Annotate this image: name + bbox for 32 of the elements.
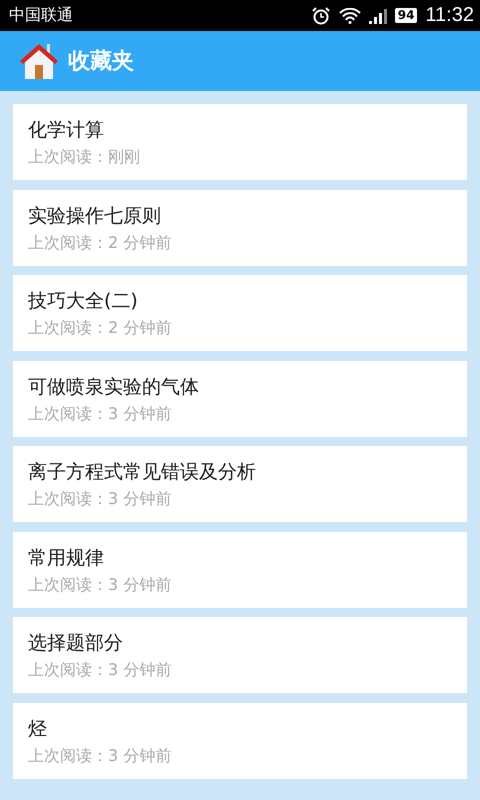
favorite-item[interactable]: 实验操作七原则 上次阅读：2 分钟前: [13, 190, 467, 266]
last-read-time: 上次阅读：3 分钟前: [28, 489, 172, 510]
item-title: 技巧大全(二): [28, 289, 139, 314]
favorite-item[interactable]: 化学计算 上次阅读：刚刚: [13, 104, 467, 180]
favorite-item[interactable]: 技巧大全(二) 上次阅读：2 分钟前: [13, 275, 467, 351]
item-title: 选择题部分: [28, 631, 124, 656]
last-read-time: 上次阅读：3 分钟前: [28, 404, 172, 424]
wifi-icon: [338, 8, 361, 24]
item-title: 可做喷泉实验的气体: [28, 374, 200, 400]
favorite-item[interactable]: 烃 上次阅读：3 分钟前: [13, 702, 467, 778]
last-read-time: 上次阅读：2 分钟前: [28, 232, 172, 254]
item-title: 实验操作七原则: [28, 204, 162, 228]
page-title: 收藏夹: [68, 48, 134, 76]
battery-level: 94: [394, 8, 418, 23]
item-title: 烃: [28, 716, 48, 742]
signal-icon: [368, 8, 387, 24]
item-title: 常用规律: [28, 546, 105, 570]
house-icon[interactable]: [18, 41, 60, 81]
favorite-item[interactable]: 常用规律 上次阅读：3 分钟前: [13, 532, 467, 608]
last-read-time: 上次阅读：3 分钟前: [28, 574, 172, 596]
last-read-time: 上次阅读：3 分钟前: [28, 660, 172, 681]
clock-time: 11:32: [425, 4, 474, 27]
last-read-time: 上次阅读：3 分钟前: [28, 746, 172, 766]
favorite-item[interactable]: 可做喷泉实验的气体 上次阅读：3 分钟前: [13, 360, 467, 436]
favorite-item[interactable]: 离子方程式常见错误及分析 上次阅读：3 分钟前: [13, 446, 467, 522]
alarm-icon: [310, 6, 331, 24]
item-title: 离子方程式常见错误及分析: [28, 460, 257, 485]
last-read-time: 上次阅读：2 分钟前: [28, 318, 172, 339]
item-title: 化学计算: [28, 118, 105, 143]
favorite-item[interactable]: 选择题部分 上次阅读：3 分钟前: [13, 617, 467, 693]
last-read-time: 上次阅读：刚刚: [28, 147, 141, 168]
carrier-name: 中国联通: [9, 5, 73, 26]
